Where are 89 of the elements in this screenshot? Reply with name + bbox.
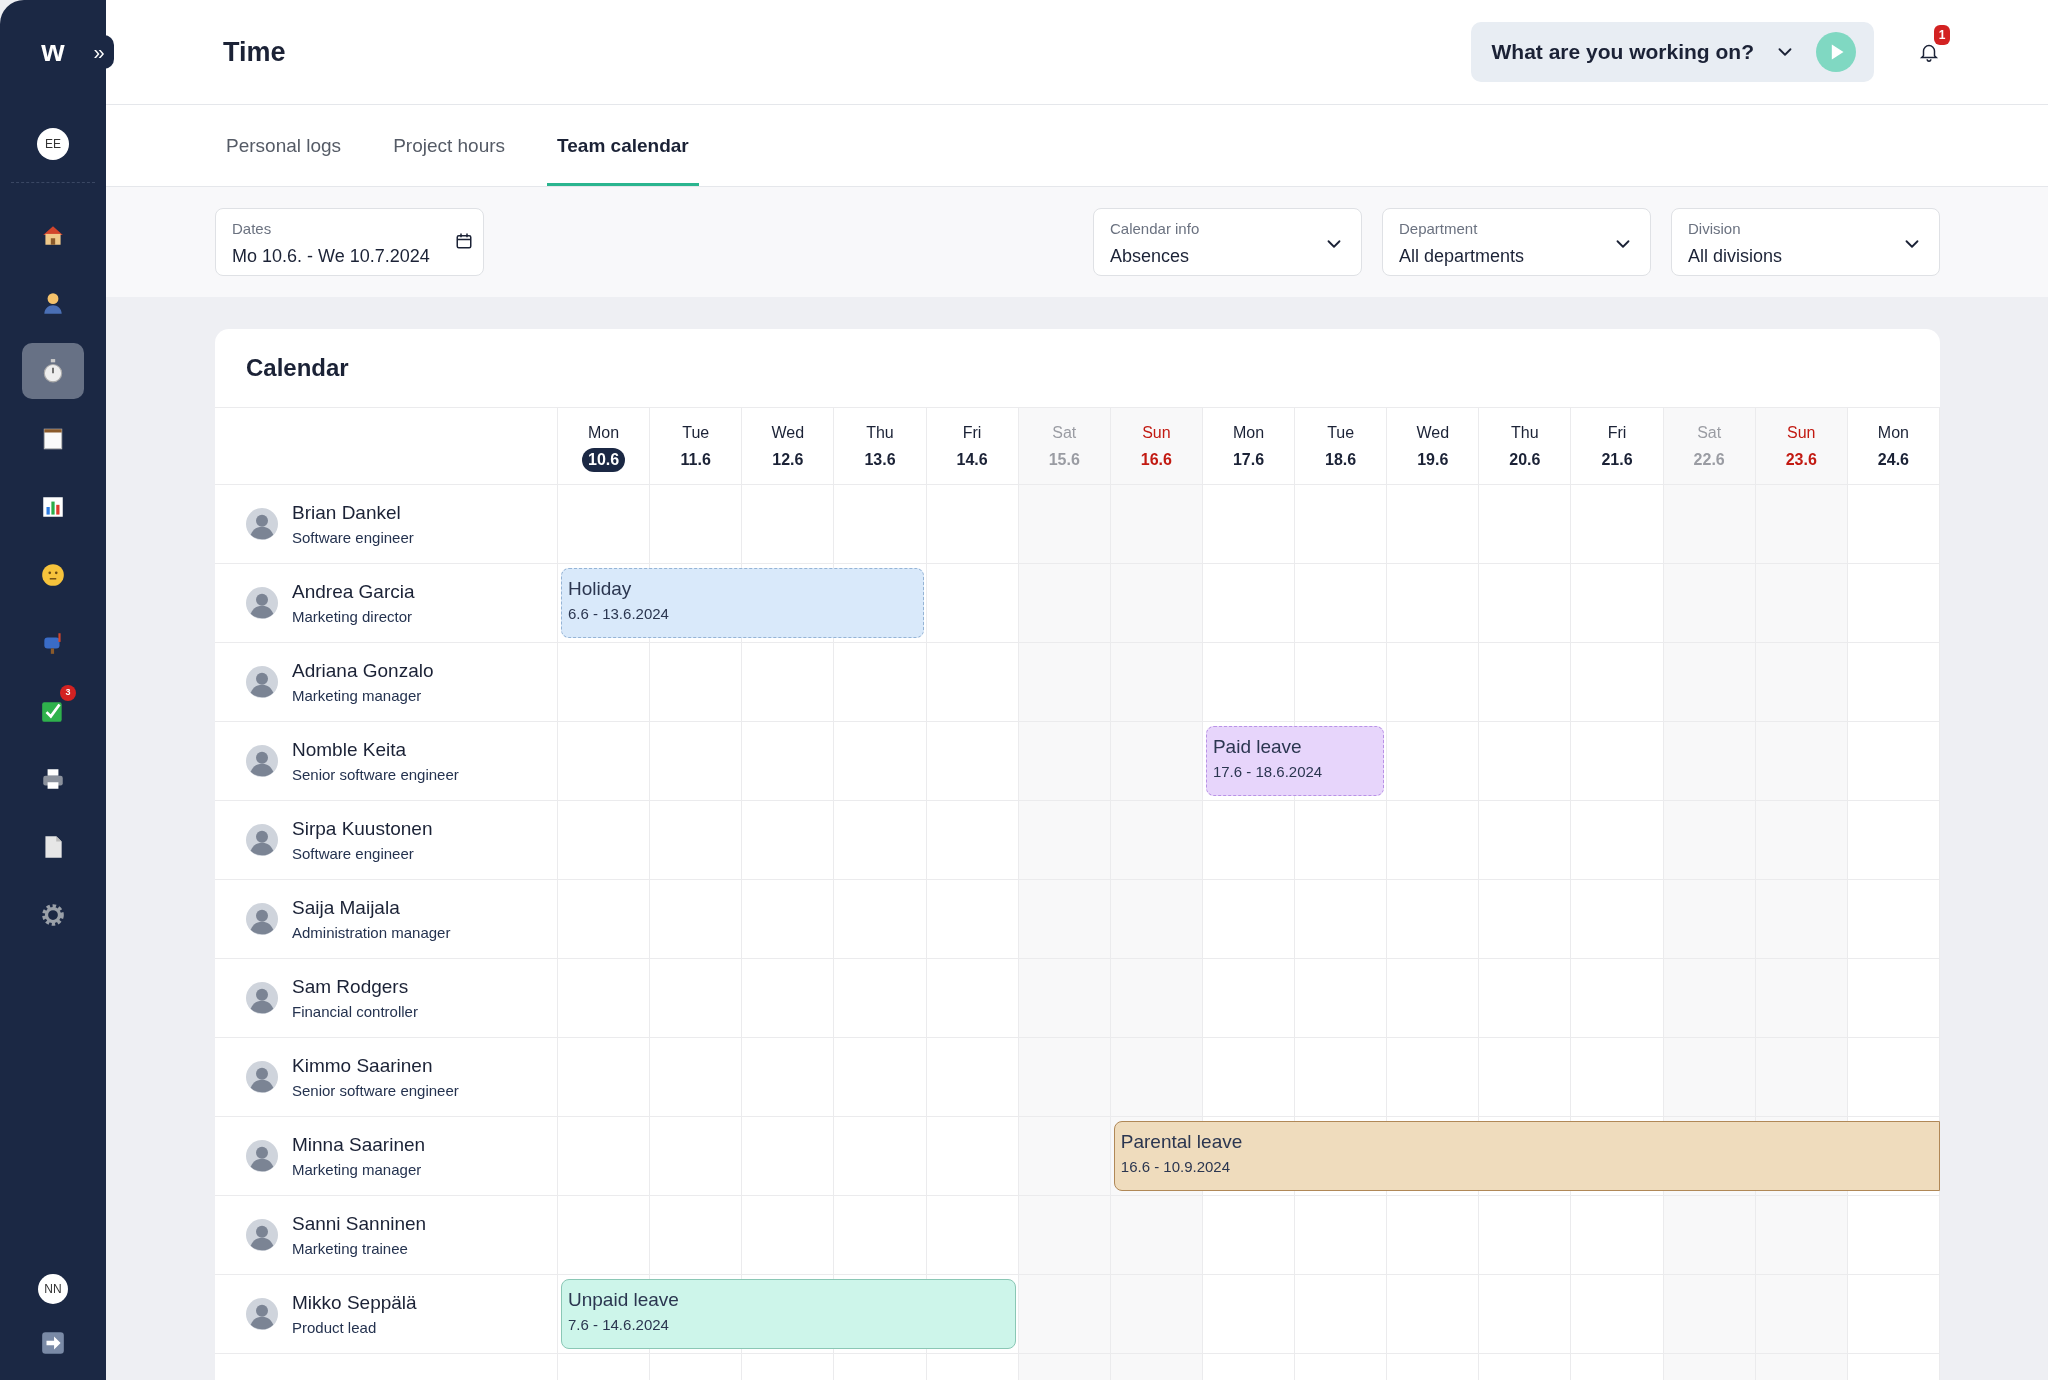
- weekday-label: Tue: [682, 422, 710, 443]
- play-icon: [1816, 32, 1856, 72]
- settings-icon: [40, 902, 66, 928]
- absence-bar[interactable]: Paid leave 17.6 - 18.6.2024: [1205, 726, 1385, 796]
- date-label: 15.6: [1048, 449, 1080, 470]
- dropdown[interactable]: Calendar info Absences: [1093, 208, 1362, 276]
- sidebar-item[interactable]: 3: [22, 683, 84, 739]
- weekday-label: Mon: [1232, 422, 1265, 443]
- date-label: 12.6: [772, 449, 804, 470]
- job-title: Software engineer: [292, 844, 415, 864]
- person-name: Mikko Seppälä: [292, 1290, 417, 1315]
- avatar: [246, 745, 278, 777]
- date-range-field[interactable]: Dates Mo 10.6. - We 10.7.2024: [215, 208, 484, 276]
- weekday-label: Sun: [1142, 422, 1171, 443]
- job-title: Administration manager: [292, 923, 451, 943]
- avatar: [246, 903, 278, 935]
- calendar-icon: [455, 232, 473, 250]
- notification-badge: 3: [60, 685, 76, 701]
- job-title: Marketing manager: [292, 1160, 423, 1180]
- date-label: 21.6: [1601, 449, 1633, 470]
- user-avatar[interactable]: EE: [37, 128, 69, 160]
- dropdown[interactable]: Department All departments: [1382, 208, 1651, 276]
- weekday-label: Sun: [1787, 422, 1816, 443]
- sidebar-item[interactable]: [22, 343, 84, 399]
- weekday-label: Sat: [1052, 422, 1077, 443]
- job-title: Senior software engineer: [292, 765, 459, 785]
- person-name: Sanni Sanninen: [292, 1211, 427, 1236]
- absence-bar[interactable]: Unpaid leave 7.6 - 14.6.2024: [561, 1279, 1016, 1349]
- person-name: Kimmo Saarinen: [292, 1053, 434, 1078]
- date-label: 13.6: [864, 449, 896, 470]
- calendar-title: Calendar: [246, 353, 349, 383]
- notification-badge: 1: [1934, 25, 1950, 45]
- date-label: 18.6: [1325, 449, 1357, 470]
- weekday-label: Fri: [1607, 422, 1627, 443]
- printer-icon: [40, 766, 66, 792]
- person-name: Andrea Garcia: [292, 579, 415, 604]
- date-label: 22.6: [1693, 449, 1725, 470]
- date-label: 23.6: [1785, 449, 1817, 470]
- emoji-face-icon: [40, 562, 66, 588]
- weekday-label: Mon: [588, 422, 620, 443]
- person-name: Brian Dankel: [292, 500, 402, 525]
- tab[interactable]: Project hours: [383, 105, 516, 186]
- avatar: [246, 1298, 278, 1330]
- person-name: Adriana Gonzalo: [292, 658, 434, 683]
- weekday-label: Fri: [962, 422, 982, 443]
- weekday-label: Wed: [771, 422, 805, 443]
- job-title: Marketing manager: [292, 686, 423, 706]
- job-title: Marketing trainee: [292, 1239, 409, 1259]
- avatar: [246, 1140, 278, 1172]
- job-title: Senior software engineer: [292, 1081, 459, 1101]
- person-name: Sirpa Kuustonen: [292, 816, 433, 841]
- tab[interactable]: Personal logs: [216, 105, 352, 186]
- date-label: 20.6: [1509, 449, 1541, 470]
- weekday-label: Wed: [1416, 422, 1450, 443]
- date-label: 16.6: [1140, 449, 1172, 470]
- date-label: 19.6: [1417, 449, 1449, 470]
- person-name: Minna Saarinen: [292, 1132, 426, 1157]
- bar-chart-icon: [40, 494, 66, 520]
- dropdown[interactable]: Division All divisions: [1671, 208, 1940, 276]
- job-title: Financial controller: [292, 1002, 418, 1022]
- weekday-label: Thu: [1511, 422, 1539, 443]
- person-name: Saija Maijala: [292, 895, 401, 920]
- avatar: [246, 666, 278, 698]
- job-title: Marketing director: [292, 607, 414, 627]
- weekday-label: Thu: [866, 422, 894, 443]
- weekday-label: Mon: [1877, 422, 1909, 443]
- job-title: Product lead: [292, 1318, 378, 1338]
- avatar: [246, 587, 278, 619]
- absence-bar[interactable]: Holiday 6.6 - 13.6.2024: [561, 568, 924, 638]
- date-label: 17.6: [1232, 449, 1265, 470]
- weekday-label: Sat: [1697, 422, 1722, 443]
- user-avatar[interactable]: NN: [38, 1274, 68, 1304]
- date-label: 11.6: [680, 449, 711, 470]
- person-name: Nomble Keita: [292, 737, 408, 762]
- job-title: Software engineer: [292, 528, 414, 548]
- avatar: [246, 824, 278, 856]
- date-label: 10.6: [582, 447, 626, 472]
- absence-bar[interactable]: Parental leave 16.6 - 10.9.2024: [1113, 1121, 1940, 1191]
- avatar: [246, 1219, 278, 1251]
- weekday-label: Tue: [1327, 422, 1355, 443]
- person-name: Sam Rodgers: [292, 974, 410, 999]
- date-label: 24.6: [1877, 449, 1909, 470]
- logo[interactable]: w: [41, 36, 65, 66]
- avatar: [246, 982, 278, 1014]
- page-title: Time: [223, 35, 286, 69]
- time-tracker-button[interactable]: What are you working on?: [1471, 22, 1874, 82]
- avatar: [246, 508, 278, 540]
- avatar: [246, 1061, 278, 1093]
- date-label: 14.6: [956, 449, 988, 470]
